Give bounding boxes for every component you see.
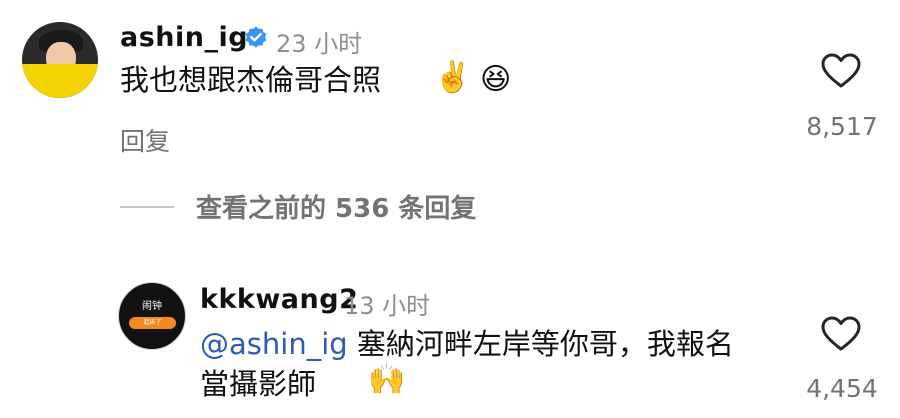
reply-thread-line — [120, 206, 174, 208]
view-previous-replies-button[interactable]: 查看之前的 536 条回复 — [196, 188, 476, 225]
comment-text: @ashin_ig 塞納河畔左岸等你哥，我報名當攝影師 — [200, 324, 760, 404]
victory-hand-emoji: ✌️ — [434, 60, 472, 95]
like-count: 8,517 — [806, 112, 878, 141]
like-count: 4,454 — [806, 374, 878, 403]
verified-badge-icon — [245, 26, 267, 48]
comment-username[interactable]: kkkwang2 — [200, 284, 358, 315]
heart-outline-icon[interactable] — [821, 316, 861, 352]
mention-link[interactable]: @ashin_ig — [200, 327, 348, 361]
raising-hands-emoji: 🙌 — [368, 362, 406, 397]
comment-timestamp: 23 小时 — [276, 30, 363, 58]
avatar-logo-pill: 起床了 — [129, 317, 176, 329]
avatar-shirt — [22, 64, 98, 98]
avatar-logo-text: 闹钟 — [142, 301, 162, 312]
comment-username[interactable]: ashin_ig — [120, 22, 248, 53]
heart-outline-icon[interactable] — [821, 53, 861, 89]
grinning-squinting-face-emoji: 😆 — [480, 62, 512, 97]
comment-timestamp: 13 小时 — [344, 292, 431, 320]
avatar-ashin-ig[interactable] — [22, 22, 98, 98]
avatar-kkkwang2[interactable]: 闹钟 起床了 — [118, 282, 186, 350]
reply-button[interactable]: 回复 — [120, 122, 170, 158]
comment-text: 我也想跟杰倫哥合照 — [120, 63, 382, 97]
